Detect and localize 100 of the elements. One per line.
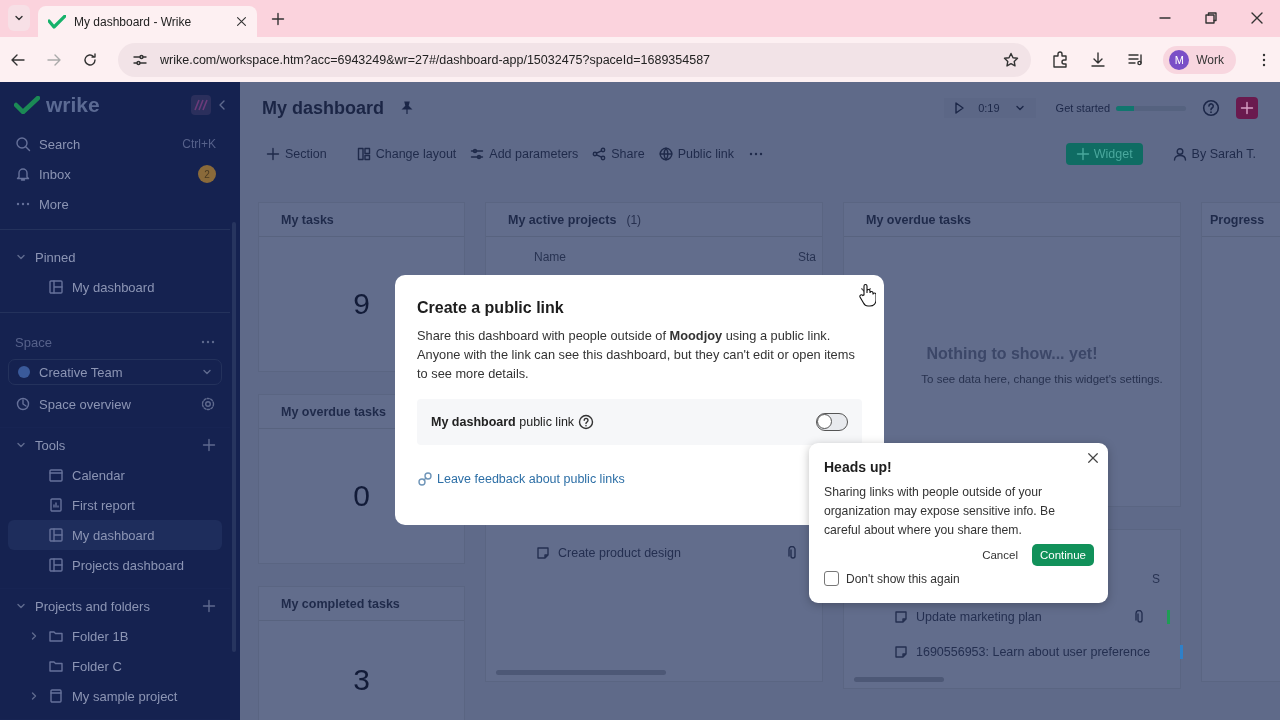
count-value: 3 xyxy=(353,663,370,697)
avatar: M xyxy=(1169,49,1190,70)
report-icon xyxy=(48,497,64,513)
checkmark-logo-icon xyxy=(48,14,66,29)
section-header[interactable]: Projects and folders xyxy=(0,591,230,621)
sidebar-item[interactable]: Search Ctrl+K xyxy=(0,129,230,159)
paperclip-icon xyxy=(788,546,798,560)
share-icon xyxy=(592,147,607,161)
restore-icon[interactable] xyxy=(1204,11,1218,25)
sidebar-item[interactable]: Space overview xyxy=(0,389,230,419)
sidebar-item[interactable]: My dashboard xyxy=(8,520,222,550)
column-header: Name xyxy=(534,250,566,264)
sidebar-item[interactable]: More xyxy=(0,189,230,219)
sidebar-item[interactable]: Projects dashboard xyxy=(8,550,222,580)
add-button[interactable] xyxy=(1236,97,1258,119)
dialog-description: Share this dashboard with people outside of Moodjoy using a public link. Anyone with the link can see this dashboard, but they can't edit or open items to see more details. xyxy=(417,327,856,383)
toolbar-button[interactable]: Add parameters xyxy=(470,147,579,161)
project-icon xyxy=(48,688,64,704)
column-header: S xyxy=(1152,572,1160,587)
count-value: 9 xyxy=(353,287,370,321)
sidebar-item[interactable]: Folder 1B xyxy=(8,621,222,651)
space-dropdown[interactable]: Creative Team xyxy=(8,359,222,385)
folder-icon xyxy=(48,658,64,674)
widget-title: Progress xyxy=(1210,212,1265,227)
link-icon xyxy=(417,471,433,487)
column-header: Sta xyxy=(798,250,816,264)
checkbox-label[interactable]: Don't show this again xyxy=(846,571,960,586)
folder-icon xyxy=(48,628,64,644)
section-label: Space xyxy=(15,334,52,350)
reload-icon[interactable] xyxy=(82,51,98,68)
extensions-icon[interactable] xyxy=(1051,50,1070,69)
dashboard-icon xyxy=(48,279,64,295)
download-icon[interactable] xyxy=(1089,50,1108,69)
popover-text: Sharing links with people outside of your organization may expose sensitive info. Be careful about where you share them. xyxy=(824,484,1056,539)
checkbox[interactable] xyxy=(824,571,839,586)
sidebar-item[interactable]: Folder C xyxy=(8,651,222,681)
owner-filter[interactable]: By Sarah T. xyxy=(1172,147,1256,161)
close-icon[interactable] xyxy=(1250,11,1264,25)
calendar-icon xyxy=(48,467,64,483)
widget-title: My completed tasks xyxy=(281,596,400,611)
filter-icon xyxy=(470,147,485,161)
toggle-label: My dashboard public link xyxy=(431,415,575,429)
toolbar-button[interactable]: Public link xyxy=(658,147,734,161)
search-icon xyxy=(15,136,31,152)
section-header[interactable]: Pinned xyxy=(0,242,230,272)
paperclip-icon xyxy=(1135,609,1145,624)
bell-icon xyxy=(15,166,31,182)
popover-title: Heads up! xyxy=(824,459,893,475)
widget-title: My overdue tasks xyxy=(866,212,971,227)
shortcut-hint: Ctrl+K xyxy=(182,137,216,151)
toolbar-button[interactable]: Section xyxy=(266,147,327,161)
feedback-link[interactable]: Leave feedback about public links xyxy=(437,472,625,486)
sidebar-item[interactable]: My sample project xyxy=(8,681,222,711)
continue-button[interactable]: Continue xyxy=(1031,544,1094,566)
count-badge: 2 xyxy=(198,165,216,183)
person-icon xyxy=(1172,147,1187,161)
help-icon[interactable] xyxy=(578,414,595,430)
plus-icon xyxy=(266,147,280,161)
dashboard-icon xyxy=(48,557,64,573)
browser-tab[interactable]: My dashboard - Wrike xyxy=(38,6,257,37)
hand-cursor-icon xyxy=(858,283,876,307)
task-icon xyxy=(894,609,908,624)
space-avatar-icon xyxy=(17,365,31,379)
sidebar-item[interactable]: First report xyxy=(8,490,222,520)
plus-icon xyxy=(1240,101,1254,115)
task-name[interactable]: 1690556953: Learn about user preference xyxy=(916,644,1151,659)
logo-wordmark: wrike xyxy=(46,92,100,117)
dialog-title: Create a public link xyxy=(417,299,565,317)
page-title: My dashboard xyxy=(262,97,385,119)
star-icon[interactable] xyxy=(1003,51,1020,68)
toggle-switch[interactable] xyxy=(816,413,848,431)
toolbar-button[interactable]: Share xyxy=(592,147,645,161)
task-icon xyxy=(536,546,550,560)
sidebar-item[interactable]: My dashboard xyxy=(8,272,222,302)
widget-title: My active projects xyxy=(508,212,617,227)
toolbar-button[interactable]: Change layout xyxy=(356,147,457,161)
get-started-label[interactable]: Get started xyxy=(1055,102,1110,114)
profile-button[interactable]: M Work xyxy=(1163,45,1236,74)
tab-list-button[interactable] xyxy=(8,5,30,31)
count-value: 0 xyxy=(353,479,370,513)
globe-icon xyxy=(658,147,673,161)
dashboard-icon xyxy=(48,527,64,543)
task-icon xyxy=(894,644,908,659)
task-name[interactable]: Update marketing plan xyxy=(916,609,1042,624)
checkmark-logo-icon xyxy=(14,95,40,114)
sidebar-item[interactable]: Inbox 2 xyxy=(0,159,230,189)
empty-state-hint: To see data here, change this widget's settings. xyxy=(920,373,1163,385)
plus-icon xyxy=(1075,147,1090,161)
sidebar-item[interactable]: Calendar xyxy=(8,460,222,490)
close-icon[interactable] xyxy=(1087,452,1099,464)
close-icon[interactable] xyxy=(236,16,247,27)
settings-icon[interactable] xyxy=(200,396,216,412)
layout-icon xyxy=(356,147,371,161)
play-icon xyxy=(954,102,965,114)
count-label: (1) xyxy=(626,212,642,227)
widget-title: My overdue tasks xyxy=(281,404,386,419)
pin-icon[interactable] xyxy=(400,101,415,115)
section-header[interactable]: Tools xyxy=(0,430,230,460)
address-bar[interactable]: wrike.com/workspace.htm?acc=6943249&wr=27#/dashboard-app/15032475?spaceId=1689354587 xyxy=(118,42,1032,77)
plus-icon[interactable] xyxy=(271,12,285,26)
